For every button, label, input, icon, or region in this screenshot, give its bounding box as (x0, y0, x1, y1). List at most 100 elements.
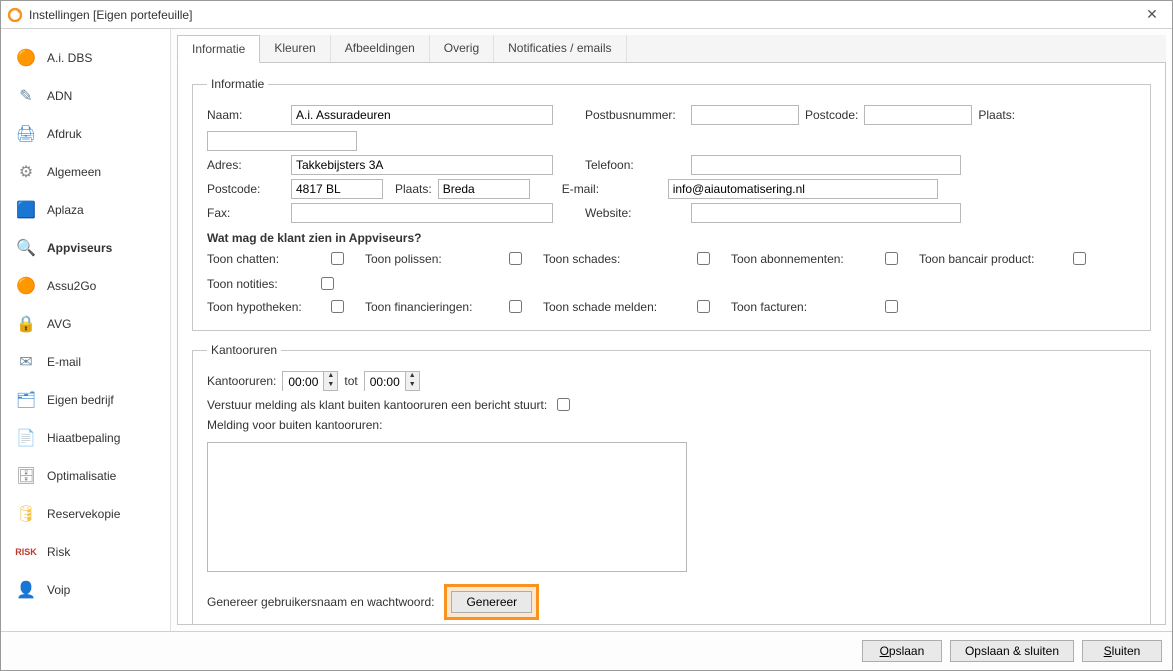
sidebar-item-risk[interactable]: RISK Risk (1, 533, 170, 571)
time-to[interactable]: ▲▼ (364, 371, 420, 391)
main-panel: InformatieKleurenAfbeeldingenOverigNotif… (171, 29, 1172, 631)
tab-content-informatie: Informatie Naam: Postbusnummer: Postcode… (177, 63, 1166, 625)
input-naam[interactable] (291, 105, 553, 125)
time-from-spin[interactable]: ▲▼ (323, 372, 337, 390)
group-kantooruren: Kantooruren Kantooruren: ▲▼ tot ▲▼ (192, 343, 1151, 625)
perm-checkbox-toon-schades-[interactable] (697, 252, 710, 265)
sidebar-item-hiaatbepaling[interactable]: 📄Hiaatbepaling (1, 419, 170, 457)
input-postcode2[interactable] (864, 105, 972, 125)
generate-button[interactable]: Genereer (451, 591, 532, 613)
sidebar-item-eigen-bedrijf[interactable]: 🗂Eigen bedrijf (1, 381, 170, 419)
save-close-button[interactable]: Opslaan & sluiten (950, 640, 1074, 662)
input-adres[interactable] (291, 155, 553, 175)
perm-checkbox-toon-chatten-[interactable] (331, 252, 344, 265)
label-kantooruren: Kantooruren: (207, 374, 276, 388)
tab-kleuren[interactable]: Kleuren (260, 35, 330, 62)
sidebar-item-label: Hiaatbepaling (47, 431, 120, 445)
label-adres: Adres: (207, 158, 285, 172)
label-send-notify: Verstuur melding als klant buiten kantoo… (207, 398, 547, 412)
sidebar-item-voip[interactable]: 👤Voip (1, 571, 170, 609)
sidebar-item-label: Assu2Go (47, 279, 96, 293)
perm-label: Toon financieringen: (365, 300, 495, 314)
label-postcode: Postcode: (207, 182, 285, 196)
input-postbusnummer[interactable] (691, 105, 799, 125)
assu2go-icon: 🟠 (15, 275, 37, 297)
voip-icon: 👤 (15, 579, 37, 601)
sidebar-item-appviseurs[interactable]: 🔍Appviseurs (1, 229, 170, 267)
close-button[interactable]: Sluiten (1082, 640, 1162, 662)
sidebar-item-algemeen[interactable]: ⚙ Algemeen (1, 153, 170, 191)
sidebar-item-optimalisatie[interactable]: 🗄 Optimalisatie (1, 457, 170, 495)
perm-checkbox-toon-abonnementen-[interactable] (885, 252, 898, 265)
sidebar-item-e-mail[interactable]: ✉ E-mail (1, 343, 170, 381)
optimalisatie-icon: 🗄 (15, 465, 37, 487)
time-to-spin[interactable]: ▲▼ (405, 372, 419, 390)
label-tot: tot (344, 374, 357, 388)
sidebar-item-label: Aplaza (47, 203, 84, 217)
input-postcode[interactable] (291, 179, 383, 199)
perm-checkbox-toon-polissen-[interactable] (509, 252, 522, 265)
perm-label: Toon hypotheken: (207, 300, 317, 314)
sidebar-item-label: ADN (47, 89, 72, 103)
perm-checkbox-toon-notities-[interactable] (321, 277, 334, 290)
perm-checkbox-toon-hypotheken-[interactable] (331, 300, 344, 313)
input-website[interactable] (691, 203, 961, 223)
close-icon[interactable]: ✕ (1138, 5, 1166, 25)
input-plaats2[interactable] (207, 131, 357, 151)
a-i-dbs-icon: 🟠 (15, 47, 37, 69)
sidebar-item-label: E-mail (47, 355, 81, 369)
time-from[interactable]: ▲▼ (282, 371, 338, 391)
tab-overig[interactable]: Overig (430, 35, 494, 62)
sidebar-item-label: Appviseurs (47, 241, 112, 255)
sidebar-item-adn[interactable]: ✎ADN (1, 77, 170, 115)
tab-afbeeldingen[interactable]: Afbeeldingen (331, 35, 430, 62)
perm-checkbox-toon-financieringen-[interactable] (509, 300, 522, 313)
time-to-input[interactable] (365, 372, 405, 392)
tab-strip: InformatieKleurenAfbeeldingenOverigNotif… (177, 35, 1166, 63)
input-fax[interactable] (291, 203, 553, 223)
sidebar-item-label: Optimalisatie (47, 469, 116, 483)
group-informatie: Informatie Naam: Postbusnummer: Postcode… (192, 77, 1151, 331)
algemeen-icon: ⚙ (15, 161, 37, 183)
label-postcode2: Postcode: (805, 108, 858, 122)
input-plaats[interactable] (438, 179, 530, 199)
risk-icon: RISK (15, 541, 37, 563)
tab-informatie[interactable]: Informatie (177, 35, 260, 63)
sidebar-item-a-i-dbs[interactable]: 🟠A.i. DBS (1, 39, 170, 77)
afdruk-icon: 🖨 (15, 123, 37, 145)
e-mail-icon: ✉ (15, 351, 37, 373)
input-email[interactable] (668, 179, 938, 199)
sidebar: 🟠A.i. DBS✎ADN 🖨 Afdruk ⚙ Algemeen 🟦Aplaza🔍App… (1, 29, 171, 631)
sidebar-item-label: Algemeen (47, 165, 101, 179)
sidebar-item-label: Afdruk (47, 127, 82, 141)
input-telefoon[interactable] (691, 155, 961, 175)
sidebar-item-label: Risk (47, 545, 70, 559)
perm-label: Toon chatten: (207, 252, 317, 266)
label-postbusnummer: Postbusnummer: (585, 108, 685, 122)
perm-label: Toon abonnementen: (731, 252, 871, 266)
label-plaats: Plaats: (395, 182, 432, 196)
sidebar-item-aplaza[interactable]: 🟦Aplaza (1, 191, 170, 229)
sidebar-item-afdruk[interactable]: 🖨 Afdruk (1, 115, 170, 153)
sidebar-item-reservekopie[interactable]: 🛢Reservekopie (1, 495, 170, 533)
app-icon (7, 7, 23, 23)
tab-notificaties-emails[interactable]: Notificaties / emails (494, 35, 626, 62)
textarea-message[interactable] (207, 442, 687, 572)
checkbox-send-notify[interactable] (557, 398, 570, 411)
sidebar-item-avg[interactable]: 🔒AVG (1, 305, 170, 343)
save-button[interactable]: Opslaan (862, 640, 942, 662)
sidebar-item-label: Eigen bedrijf (47, 393, 114, 407)
permissions-title: Wat mag de klant zien in Appviseurs? (207, 231, 1136, 245)
perm-label: Toon bancair product: (919, 252, 1059, 266)
perm-checkbox-toon-schade-melden-[interactable] (697, 300, 710, 313)
window-title: Instellingen [Eigen portefeuille] (29, 8, 1138, 22)
generate-highlight: Genereer (444, 584, 539, 620)
perm-checkbox-toon-facturen-[interactable] (885, 300, 898, 313)
settings-window: Instellingen [Eigen portefeuille] ✕ 🟠A.i… (0, 0, 1173, 671)
time-from-input[interactable] (283, 372, 323, 392)
group-informatie-legend: Informatie (207, 77, 268, 91)
perm-checkbox-toon-bancair-product-[interactable] (1073, 252, 1086, 265)
label-email: E-mail: (562, 182, 662, 196)
sidebar-item-assu2go[interactable]: 🟠 Assu2Go (1, 267, 170, 305)
label-naam: Naam: (207, 108, 285, 122)
